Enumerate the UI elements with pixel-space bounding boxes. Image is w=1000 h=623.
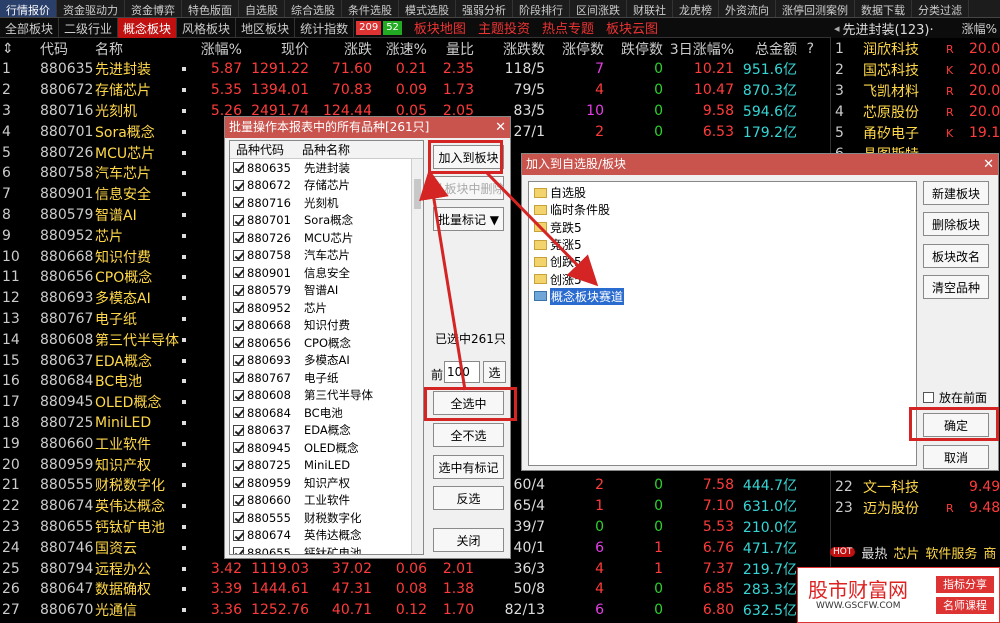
watermark-tag2: 名师课程: [936, 597, 994, 614]
watermark-url: WWW.GSCFW.COM: [816, 601, 901, 611]
watermark-tag1: 指标分享: [936, 576, 994, 593]
watermark-title: 股市财富网: [808, 578, 908, 602]
watermark-logo: 股市财富网 WWW.GSCFW.COM 指标分享 名师课程: [797, 567, 1000, 623]
annotation-arrows: [419, 169, 599, 391]
